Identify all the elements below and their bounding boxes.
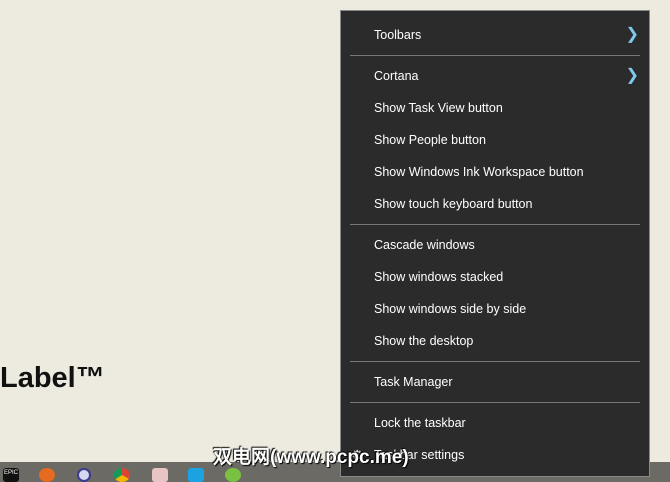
menu-separator (350, 361, 640, 362)
menu-item-task-view[interactable]: Show Task View button (341, 93, 649, 123)
menu-separator (350, 224, 640, 225)
menu-item-task-manager[interactable]: Task Manager (341, 367, 649, 397)
menu-item-show-desktop[interactable]: Show the desktop (341, 326, 649, 356)
menu-item-label: Cascade windows (374, 238, 475, 252)
chrome-icon[interactable] (114, 468, 130, 482)
menu-item-people[interactable]: Show People button (341, 125, 649, 155)
watermark: 双电网(www.pcpc.me) (213, 447, 409, 468)
popcorn-icon[interactable] (152, 468, 168, 482)
menu-item-side-by-side[interactable]: Show windows side by side (341, 294, 649, 324)
menu-item-toolbars[interactable]: Toolbars ❯ (341, 20, 649, 50)
menu-separator (350, 55, 640, 56)
settings-icon[interactable] (77, 468, 91, 482)
chevron-right-icon: ❯ (625, 67, 639, 84)
menu-item-label: Lock the taskbar (374, 416, 466, 430)
menu-item-label: Show windows side by side (374, 302, 527, 316)
menu-item-stacked[interactable]: Show windows stacked (341, 262, 649, 292)
menu-item-label: Show touch keyboard button (374, 197, 533, 211)
menu-item-label: Show the desktop (374, 334, 474, 348)
menu-item-label: Task Manager (374, 375, 453, 389)
menu-item-label: Show windows stacked (374, 270, 504, 284)
taskbar-context-menu: Toolbars ❯ Cortana ❯ Show Task View button… (340, 10, 650, 477)
menu-item-label: Toolbars (374, 28, 422, 42)
firefox-icon[interactable] (39, 468, 55, 482)
menu-item-touch-keyboard[interactable]: Show touch keyboard button (341, 189, 649, 219)
epic-games-icon[interactable]: EPIC (3, 468, 19, 482)
background-label: Label™ (0, 362, 105, 394)
menu-item-lock-taskbar[interactable]: Lock the taskbar (341, 408, 649, 438)
menu-item-ink-workspace[interactable]: Show Windows Ink Workspace button (341, 157, 649, 187)
menu-item-label: Show People button (374, 133, 486, 147)
menu-item-cascade[interactable]: Cascade windows (341, 230, 649, 260)
c-app-icon[interactable] (188, 468, 204, 482)
menu-item-label: Cortana (374, 69, 419, 83)
menu-item-cortana[interactable]: Cortana ❯ (341, 61, 649, 91)
chevron-right-icon: ❯ (625, 26, 639, 43)
menu-item-label: Show Windows Ink Workspace button (374, 165, 584, 179)
clover-icon[interactable] (225, 468, 241, 482)
menu-separator (350, 402, 640, 403)
menu-item-label: Show Task View button (374, 101, 503, 115)
